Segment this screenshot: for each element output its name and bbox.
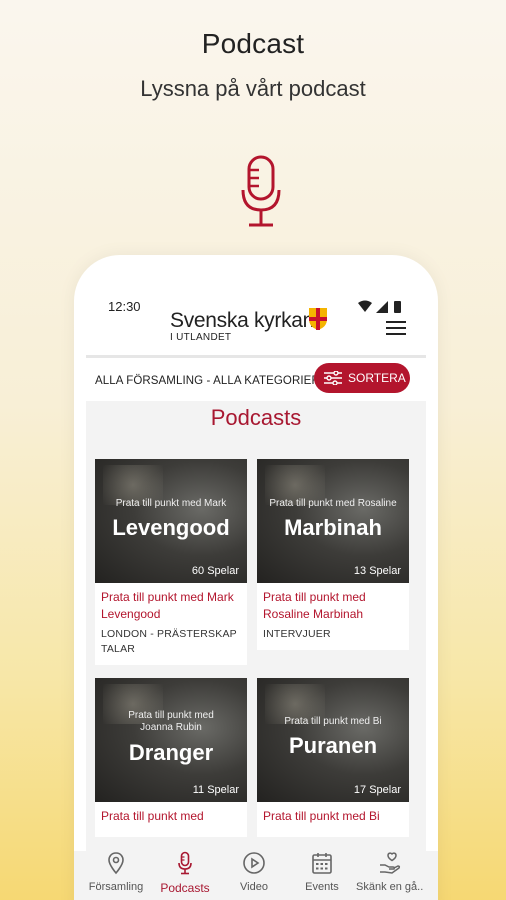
menu-button[interactable] bbox=[386, 321, 406, 337]
podcast-title[interactable]: Prata till punkt med Mark Levengood bbox=[95, 583, 247, 623]
nav-label: Podcasts bbox=[160, 881, 210, 895]
filter-summary[interactable]: ALLA FÖRSAMLING - ALLA KATEGORIER bbox=[95, 375, 320, 387]
thumbnail-name: Dranger bbox=[128, 740, 214, 765]
podcast-title[interactable]: Prata till punkt med Bi bbox=[257, 802, 409, 825]
hero-subtitle: Lyssna på vårt podcast bbox=[140, 76, 366, 101]
podcast-thumbnail: Prata till punkt med Bi Puranen 17 Spela… bbox=[257, 678, 409, 802]
nav-item-video[interactable]: Video bbox=[220, 851, 288, 900]
sliders-icon bbox=[324, 371, 342, 385]
podcast-category: LONDON - PRÄSTERSKAP TALAR bbox=[101, 628, 237, 655]
brand-name: Svenska kyrkan bbox=[170, 309, 315, 332]
sort-button[interactable]: SORTERA bbox=[314, 363, 410, 393]
nav-item-events[interactable]: Events bbox=[288, 851, 356, 900]
thumbnail-caption: Prata till punkt med Rosaline bbox=[269, 498, 397, 509]
podcast-category bbox=[257, 825, 409, 837]
nav-label: Events bbox=[305, 881, 339, 893]
app-bar: Svenska kyrkan I UTLANDET bbox=[74, 305, 438, 357]
phone-mockup: 12:30 Svenska kyrkan I UTLANDET ALLA FÖR… bbox=[74, 255, 438, 900]
podcast-title[interactable]: Prata till punkt med bbox=[95, 802, 247, 825]
header-divider bbox=[86, 355, 426, 358]
podcast-card[interactable]: Prata till punkt med Joanna Rubin Drange… bbox=[95, 678, 247, 837]
podcast-category: INTERVJUER bbox=[263, 628, 331, 640]
location-pin-icon bbox=[108, 852, 124, 875]
thumbnail-caption: Prata till punkt med Joanna Rubin bbox=[128, 710, 214, 733]
microphone-icon bbox=[241, 155, 281, 227]
play-count: 11 Spelar bbox=[192, 784, 239, 796]
podcast-card[interactable]: Prata till punkt med Bi Puranen 17 Spela… bbox=[257, 678, 409, 837]
brand-subtitle: I UTLANDET bbox=[170, 332, 232, 343]
nav-label: Skänk en gå... bbox=[356, 881, 424, 893]
menu-line bbox=[386, 327, 406, 329]
podcast-card[interactable]: Prata till punkt med Rosaline Marbinah 1… bbox=[257, 459, 409, 650]
hand-heart-icon bbox=[380, 852, 401, 874]
play-count: 13 Spelar bbox=[353, 565, 401, 577]
podcast-thumbnail: Prata till punkt med Mark Levengood 60 S… bbox=[95, 459, 247, 583]
podcast-category bbox=[95, 825, 247, 837]
podcast-list: Podcasts Prata till punkt med Mark Leven… bbox=[86, 401, 426, 851]
nav-item-forsamling[interactable]: Församling bbox=[82, 851, 150, 900]
nav-label: Församling bbox=[88, 881, 144, 893]
thumbnail-name: Levengood bbox=[112, 515, 230, 540]
nav-label: Video bbox=[240, 881, 268, 893]
nav-item-podcasts[interactable]: Podcasts bbox=[151, 851, 219, 900]
podcast-thumbnail: Prata till punkt med Joanna Rubin Drange… bbox=[95, 678, 247, 802]
play-circle-icon bbox=[243, 852, 265, 874]
bottom-navigation: Församling Podcasts Video Events Skänk e… bbox=[74, 851, 438, 900]
podcast-title[interactable]: Prata till punkt med Rosaline Marbinah bbox=[257, 583, 409, 623]
thumbnail-caption: Prata till punkt med Bi bbox=[284, 716, 382, 727]
thumbnail-name: Puranen bbox=[288, 733, 378, 758]
hamburger-menu-icon bbox=[386, 321, 406, 323]
calendar-icon bbox=[312, 853, 332, 874]
church-shield-icon bbox=[309, 308, 327, 330]
podcast-card[interactable]: Prata till punkt med Mark Levengood 60 S… bbox=[95, 459, 247, 665]
section-title: Podcasts bbox=[210, 405, 302, 430]
sort-label: SORTERA bbox=[348, 371, 406, 385]
filter-bar: ALLA FÖRSAMLING - ALLA KATEGORIER SORTER… bbox=[86, 363, 426, 401]
podcast-thumbnail: Prata till punkt med Rosaline Marbinah 1… bbox=[257, 459, 409, 583]
thumbnail-name: Marbinah bbox=[284, 515, 382, 540]
hero-title: Podcast bbox=[201, 28, 305, 59]
thumbnail-caption: Prata till punkt med Mark bbox=[115, 498, 227, 509]
menu-line bbox=[386, 333, 406, 335]
play-count: 17 Spelar bbox=[353, 784, 401, 796]
brand-logo[interactable]: Svenska kyrkan I UTLANDET bbox=[170, 309, 314, 343]
nav-item-donate[interactable]: Skänk en gå... bbox=[356, 851, 424, 900]
microphone-icon bbox=[178, 851, 192, 875]
play-count: 60 Spelar bbox=[191, 565, 239, 577]
